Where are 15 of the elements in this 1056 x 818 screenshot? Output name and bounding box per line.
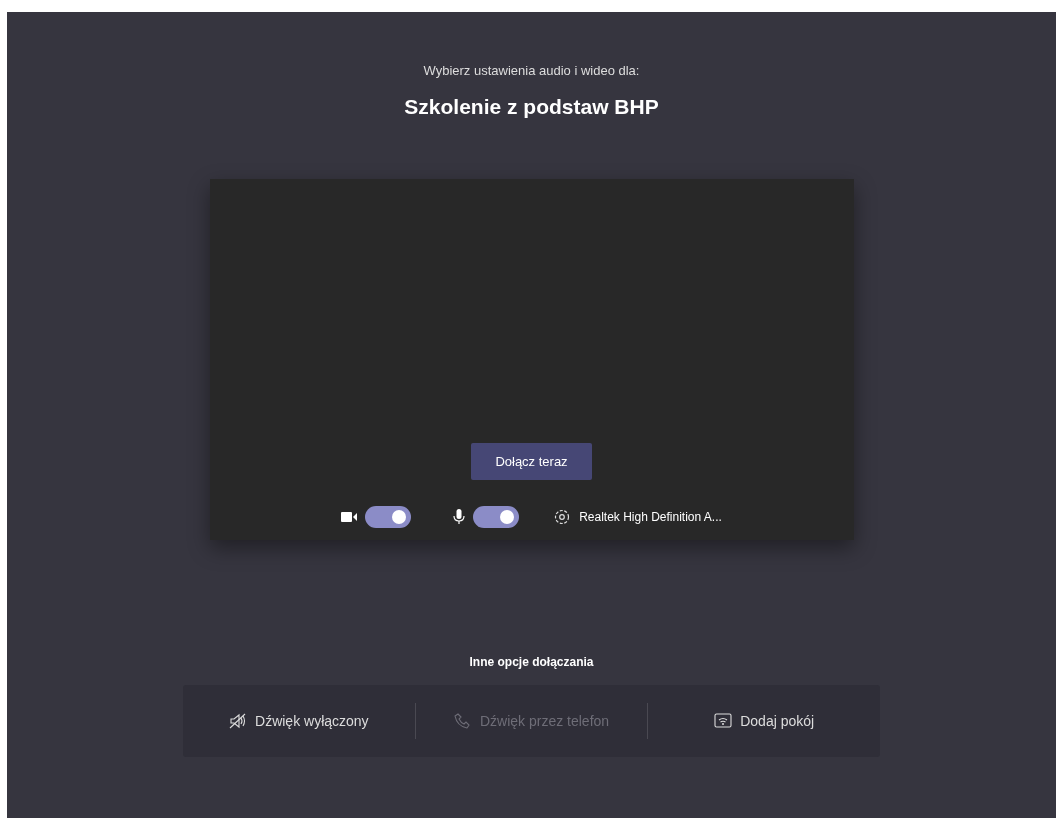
join-option-button[interactable]: Dźwięk wyłączony	[183, 685, 415, 757]
audio-device-label[interactable]: Realtek High Definition A...	[579, 508, 722, 526]
join-option-button[interactable]: Dodaj pokój	[648, 685, 880, 757]
cast-screen-icon	[714, 713, 733, 729]
camera-toggle[interactable]	[365, 506, 412, 528]
speaker-off-icon	[229, 713, 248, 729]
microphone-icon	[453, 509, 466, 525]
phone-icon	[453, 713, 472, 729]
camera-icon	[341, 511, 358, 523]
meeting-title: Szkolenie z podstaw BHP	[404, 93, 659, 120]
subtitle-text: Wybierz ustawienia audio i wideo dla:	[423, 62, 640, 80]
settings-icon	[553, 508, 572, 526]
microphone-toggle[interactable]	[473, 506, 520, 528]
section-heading: Inne opcje dołączania	[469, 654, 594, 671]
join-button[interactable]: Dołącz teraz	[471, 442, 592, 480]
